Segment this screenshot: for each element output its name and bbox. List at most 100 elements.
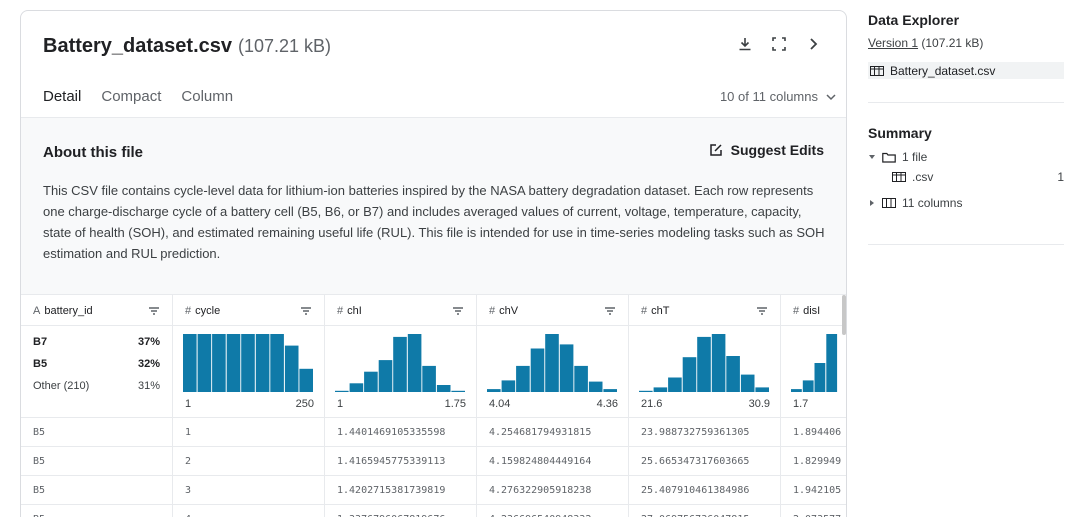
histogram-bar[interactable] — [349, 383, 364, 392]
histogram-bar[interactable] — [802, 380, 814, 392]
tree-count: 1 — [1057, 170, 1064, 184]
histogram-bar[interactable] — [639, 390, 653, 392]
version-link[interactable]: Version 1 — [868, 36, 918, 50]
column-header-cht[interactable]: # chT — [629, 295, 781, 326]
histogram-bar[interactable] — [501, 380, 516, 392]
tab-compact[interactable]: Compact — [101, 88, 161, 115]
category-item: B7 37% — [33, 336, 160, 348]
header-actions — [736, 35, 822, 53]
histogram-bar[interactable] — [364, 371, 378, 392]
histogram-bar[interactable] — [393, 336, 407, 392]
histogram-bar[interactable] — [826, 334, 838, 392]
caret-down-icon — [869, 155, 875, 159]
histogram-bar[interactable] — [682, 357, 697, 392]
histogram-bar[interactable] — [270, 334, 284, 392]
histogram-max: 30.9 — [748, 398, 770, 410]
histogram-min: 1 — [185, 398, 192, 410]
column-name: chT — [651, 304, 670, 317]
histogram-bar[interactable] — [653, 387, 668, 392]
table-cell: 27.069756736047815 — [629, 505, 781, 517]
histogram-bar[interactable] — [407, 334, 422, 392]
histogram-bar[interactable] — [284, 345, 299, 392]
sort-icon[interactable] — [604, 306, 616, 316]
histogram-bar[interactable] — [668, 377, 682, 393]
histogram-bar[interactable] — [255, 334, 270, 392]
column-header-chi[interactable]: # chI — [325, 295, 477, 326]
tree-files[interactable]: 1 file — [868, 147, 1064, 167]
table-cell: B5 — [21, 505, 173, 517]
table-cell: 23.988732759361305 — [629, 418, 781, 447]
divider — [868, 102, 1064, 103]
table-cell: 2 — [173, 447, 325, 476]
histogram-bar[interactable] — [791, 389, 802, 392]
tab-detail[interactable]: Detail — [43, 88, 81, 115]
histogram-bar[interactable] — [451, 390, 465, 392]
category-name: Other (210) — [33, 380, 90, 392]
histogram-bar[interactable] — [755, 387, 769, 392]
table-cell: 25.665347317603665 — [629, 447, 781, 476]
histogram-bar[interactable] — [740, 374, 755, 392]
column-header-cycle[interactable]: # cycle — [173, 295, 325, 326]
chevron-right-icon[interactable] — [804, 35, 822, 53]
histogram-bar[interactable] — [814, 363, 826, 392]
histogram-bar[interactable] — [212, 334, 226, 392]
sort-icon[interactable] — [452, 306, 464, 316]
sidebar-file-item[interactable]: Battery_dataset.csv — [868, 62, 1064, 79]
fullscreen-icon[interactable] — [770, 35, 788, 53]
histogram-bar[interactable] — [226, 334, 241, 392]
category-percent: 31% — [137, 380, 160, 392]
version-info: Version 1 (107.21 kB) — [868, 36, 1064, 50]
tree-columns[interactable]: 11 columns — [868, 193, 1064, 213]
histogram-bar[interactable] — [530, 348, 545, 393]
category-name: B5 — [33, 358, 48, 370]
table-cell: 4.276322905918238 — [477, 476, 629, 505]
tree-label: .csv — [912, 170, 934, 184]
histogram-chi[interactable]: 1 1.75 — [325, 326, 477, 418]
histogram-bar[interactable] — [299, 368, 313, 392]
card-header: Battery_dataset.csv (107.21 kB) Detail Co… — [21, 11, 846, 117]
vertical-scrollbar[interactable] — [842, 295, 846, 335]
histogram-chv[interactable]: 4.04 4.36 — [477, 326, 629, 418]
sort-icon[interactable] — [756, 306, 768, 316]
tree-csv[interactable]: .csv 1 — [868, 167, 1064, 187]
histogram-bar[interactable] — [726, 356, 740, 392]
category-name: B7 — [33, 336, 48, 348]
histogram-bar[interactable] — [241, 334, 255, 392]
histogram-bar[interactable] — [574, 365, 588, 392]
sidebar-file-name: Battery_dataset.csv — [890, 63, 996, 78]
column-header-disi[interactable]: # disI — [781, 295, 846, 326]
histogram-bar[interactable] — [335, 390, 349, 392]
download-icon[interactable] — [736, 35, 754, 53]
table-row: B5 4 1.3376796067819676 4.23669654094833… — [21, 505, 846, 517]
summary-tree: 1 file .csv 1 11 columns — [868, 147, 1064, 213]
histogram-bar[interactable] — [603, 389, 617, 392]
sort-icon[interactable] — [148, 306, 160, 316]
histogram-bar[interactable] — [711, 334, 726, 392]
column-selector[interactable]: 10 of 11 columns — [720, 89, 836, 104]
histogram-bar[interactable] — [436, 385, 451, 392]
string-type-icon: A — [33, 304, 41, 317]
histogram-bar[interactable] — [487, 389, 501, 392]
histogram-bar[interactable] — [588, 381, 603, 392]
histogram-bar[interactable] — [697, 336, 711, 392]
about-line: estimation and RUL prediction. — [43, 246, 221, 261]
folder-icon — [882, 152, 896, 163]
histogram-bar[interactable] — [422, 365, 436, 392]
column-header-battery-id[interactable]: Abattery_id — [21, 295, 173, 326]
histogram-bar[interactable] — [183, 334, 197, 392]
table-cell: 4.159824804449164 — [477, 447, 629, 476]
histogram-cht[interactable]: 21.6 30.9 — [629, 326, 781, 418]
histogram-bar[interactable] — [516, 365, 530, 392]
histogram-disi[interactable]: 1.7 — [781, 326, 846, 418]
histogram-bar[interactable] — [197, 334, 212, 392]
histogram-bar[interactable] — [378, 360, 393, 392]
histogram-cycle[interactable]: 1 250 — [173, 326, 325, 418]
column-header-chv[interactable]: # chV — [477, 295, 629, 326]
suggest-edits-button[interactable]: Suggest Edits — [709, 142, 824, 158]
histogram-bar[interactable] — [559, 344, 574, 392]
tab-column[interactable]: Column — [181, 88, 233, 115]
category-item: Other (210) 31% — [33, 380, 160, 392]
sort-icon[interactable] — [300, 306, 312, 316]
histogram-bar[interactable] — [545, 334, 559, 392]
table-cell: 2.073577 — [781, 505, 846, 517]
